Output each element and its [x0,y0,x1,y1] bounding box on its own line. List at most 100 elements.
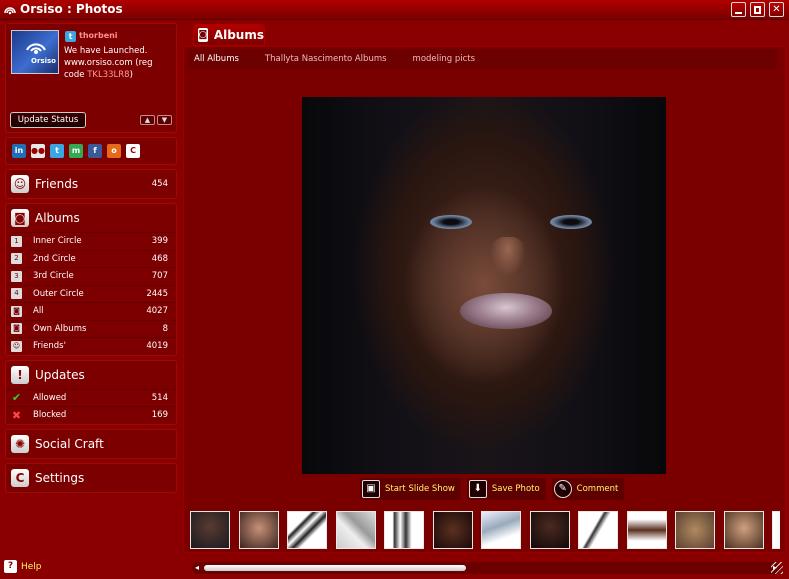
social-craft-section[interactable]: ✺ Social Craft [5,428,177,459]
photo-eye-left [430,215,472,229]
twitter-small-icon: t [65,31,76,42]
album-row-friends[interactable]: ☺ Friends' 4019 [6,337,176,355]
photo-thumbnail[interactable] [432,511,473,549]
camera-icon: ◙ [198,28,208,42]
camera-small-icon: ◙ [11,305,22,317]
photo-thumbnail[interactable] [335,511,376,549]
photo-thumbnail[interactable] [578,511,618,549]
photo-thumbnail[interactable] [481,511,521,549]
orkut-icon[interactable]: o [107,144,121,158]
album-count: 4027 [146,306,168,317]
2nd-circle-icon: 2 [11,253,22,265]
photo-thumbnail[interactable] [238,511,279,549]
speech-bubble-icon: ✎ [553,480,572,498]
main-photo[interactable] [302,97,666,474]
thumbnail-scrollbar[interactable]: ◂ ▸ [192,562,780,574]
close-button[interactable]: ✕ [769,2,784,17]
photo-thumbnail[interactable] [529,511,570,549]
start-slide-show-label: Start Slide Show [385,484,455,494]
avatar-label: Orsiso [31,57,56,65]
status-panel: Orsiso t thorbeni We have Launched. www.… [5,23,177,133]
orsiso-icon[interactable]: C [126,144,140,158]
photo-thumbnail[interactable] [675,511,715,549]
linkedin-icon[interactable]: in [12,144,26,158]
camera-small-icon: ◙ [11,323,22,335]
slideshow-icon: ▣ [362,480,380,498]
thumbnail-strip [190,507,780,551]
help-button[interactable]: ? Help [4,560,42,573]
photo-thumbnail[interactable] [723,511,764,549]
checkmark-icon: ✔ [11,391,22,405]
avatar[interactable]: Orsiso [11,30,59,74]
exclamation-icon: ! [11,365,29,384]
photo-thumbnail[interactable] [287,511,327,549]
social-craft-header[interactable]: ✺ Social Craft [6,430,176,458]
status-message: We have Launched. www.orsiso.com (reg co… [64,45,174,81]
person-icon: ☺ [11,175,29,193]
photo-nose [490,237,526,277]
photo-thumbnail[interactable] [626,511,667,549]
inner-circle-icon: 1 [11,235,22,247]
cross-icon: ✖ [11,408,22,422]
friends-header[interactable]: ☺ Friends 454 [6,170,176,198]
albums-label: Albums [35,211,80,225]
settings-header[interactable]: C Settings [6,464,176,492]
main-area: ◙ Albums All Albums Thallyta Nascimento … [183,23,786,574]
album-count: 2445 [146,288,168,299]
albums-section: ◙ Albums 1 Inner Circle 399 2 2nd Circle 468… [5,203,177,356]
app-title: Orsiso : Photos [20,2,123,16]
settings-icon: C [11,468,29,487]
friends-count: 454 [151,179,168,189]
album-row-own-albums[interactable]: ◙ Own Albums 8 [6,319,176,338]
album-label: Outer Circle [33,288,84,299]
album-row-all[interactable]: ◙ All 4027 [6,302,176,320]
subtab-all-albums[interactable]: All Albums [190,52,243,66]
photo-actions: ▣ Start Slide Show ⬇ Save Photo ✎ Comment [360,478,625,500]
start-slide-show-button[interactable]: ▣ Start Slide Show [360,478,461,500]
sidebar: Orsiso t thorbeni We have Launched. www.… [5,23,177,497]
title-bar: Orsiso : Photos ✕ [0,0,789,20]
friends-section[interactable]: ☺ Friends 454 [5,169,177,199]
updates-label: Allowed [33,392,67,403]
album-row-outer-circle[interactable]: 4 Outer Circle 2445 [6,284,176,303]
album-row-2nd-circle[interactable]: 2 2nd Circle 468 [6,249,176,268]
album-label: Inner Circle [33,236,82,247]
tab-albums[interactable]: ◙ Albums [193,24,265,46]
scroll-left-icon[interactable]: ◂ [195,562,199,574]
twitter-icon[interactable]: t [50,144,64,158]
subtab-modeling-picts[interactable]: modeling picts [409,52,480,66]
resize-grip-icon[interactable] [771,562,783,574]
status-username[interactable]: thorbeni [79,31,118,40]
save-photo-button[interactable]: ⬇ Save Photo [466,478,546,500]
album-row-3rd-circle[interactable]: 3 3rd Circle 707 [6,267,176,285]
updates-row-allowed[interactable]: ✔ Allowed 514 [6,388,176,407]
scroll-up-button[interactable]: ▲ [140,115,155,125]
photo-thumbnail[interactable] [772,511,780,549]
update-status-button[interactable]: Update Status [10,112,86,128]
camera-icon: ◙ [11,209,29,227]
settings-section[interactable]: C Settings [5,462,177,493]
album-count: 4019 [146,341,168,352]
help-label: Help [21,561,42,572]
restore-button[interactable] [750,2,765,17]
subtab-thallyta-nascimento-albums[interactable]: Thallyta Nascimento Albums [261,52,391,66]
myspace-icon[interactable]: m [69,144,83,158]
updates-header[interactable]: ! Updates [6,361,176,389]
minimize-button[interactable] [731,2,746,17]
scrollbar-thumb[interactable] [204,565,466,571]
social-craft-label: Social Craft [35,436,104,451]
facebook-icon[interactable]: f [88,144,102,158]
globe-icon: ✺ [11,434,29,453]
photo-thumbnail[interactable] [190,511,230,549]
scroll-down-button[interactable]: ▼ [157,115,172,125]
album-count: 707 [151,271,168,282]
photo-thumbnail[interactable] [384,511,424,549]
comment-button[interactable]: ✎ Comment [551,478,625,500]
album-label: Friends' [33,341,66,352]
album-count: 468 [151,253,168,264]
wifi-logo-icon [26,43,46,54]
albums-header[interactable]: ◙ Albums [6,204,176,232]
flickr-icon[interactable]: ●● [31,144,45,158]
updates-row-blocked[interactable]: ✖ Blocked 169 [6,406,176,424]
album-row-inner-circle[interactable]: 1 Inner Circle 399 [6,232,176,250]
